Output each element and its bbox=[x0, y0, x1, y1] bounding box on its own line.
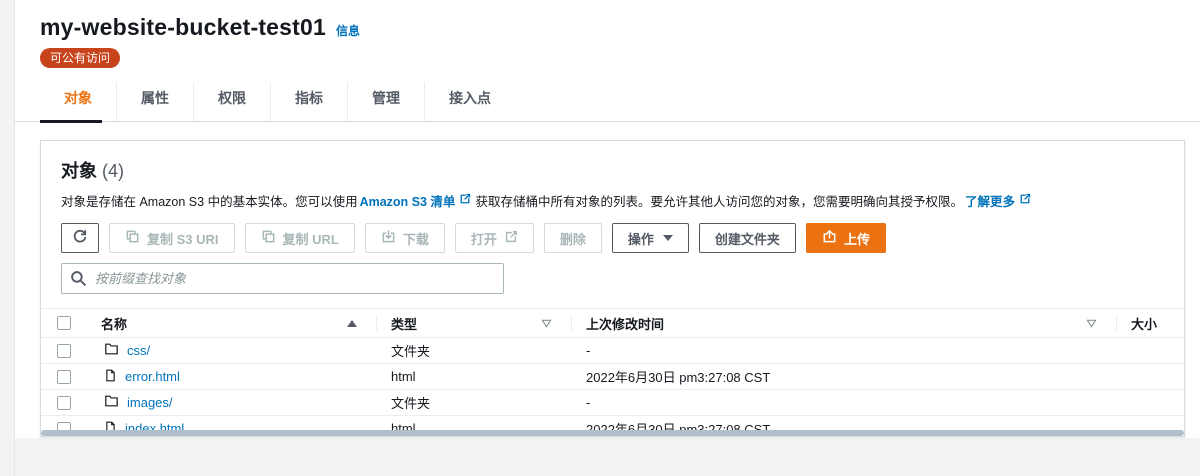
learn-more-link[interactable]: 了解更多 bbox=[965, 191, 1015, 210]
tab-objects[interactable]: 对象 bbox=[40, 82, 116, 123]
description-part1: 对象是存储在 Amazon S3 中的基本实体。您可以使用 bbox=[61, 195, 358, 209]
download-icon bbox=[381, 229, 396, 247]
row-checkbox[interactable] bbox=[56, 395, 71, 410]
search-row bbox=[61, 263, 504, 294]
row-checkbox[interactable] bbox=[56, 343, 71, 358]
page-background-footer bbox=[0, 438, 1200, 476]
object-modified: - bbox=[586, 395, 591, 410]
tab-management[interactable]: 管理 bbox=[347, 82, 424, 121]
column-size-label: 大小 bbox=[1131, 316, 1158, 332]
folder-icon bbox=[104, 394, 119, 411]
page-title: my-website-bucket-test01 bbox=[40, 14, 326, 40]
tab-properties[interactable]: 属性 bbox=[116, 82, 193, 121]
object-link[interactable]: images/ bbox=[127, 395, 173, 410]
create-folder-button[interactable]: 创建文件夹 bbox=[698, 223, 796, 253]
column-header-type[interactable]: 类型 bbox=[376, 309, 571, 337]
bucket-tabs: 对象 属性 权限 指标 管理 接入点 bbox=[15, 82, 1200, 123]
column-header-name[interactable]: 名称 bbox=[86, 309, 376, 337]
folder-icon bbox=[104, 342, 119, 359]
objects-toolbar: 复制 S3 URI 复制 URL 下载 打开 删除 操作 创建文件夹 上传 bbox=[61, 223, 1164, 253]
upload-button[interactable]: 上传 bbox=[805, 223, 886, 253]
sort-down-outline-icon bbox=[541, 316, 552, 331]
external-link-icon bbox=[459, 193, 471, 208]
table-header-row: 名称 类型 上次修改时间 大小 bbox=[41, 308, 1184, 338]
copy-icon bbox=[261, 229, 276, 247]
column-header-modified[interactable]: 上次修改时间 bbox=[571, 309, 1116, 337]
object-count: (4) bbox=[102, 161, 125, 181]
copy-s3-uri-button: 复制 S3 URI bbox=[109, 223, 235, 253]
object-type: 文件夹 bbox=[391, 396, 431, 411]
panel-description: 对象是存储在 Amazon S3 中的基本实体。您可以使用 Amazon S3 … bbox=[61, 191, 1164, 210]
actions-dropdown-button[interactable]: 操作 bbox=[611, 223, 689, 253]
table-row: css/ 文件夹 - bbox=[41, 338, 1184, 364]
refresh-button[interactable] bbox=[61, 223, 99, 253]
open-external-icon bbox=[504, 230, 518, 247]
open-button: 打开 bbox=[454, 223, 534, 253]
s3-bucket-page: my-website-bucket-test01 信息 可公有访问 对象 属性 … bbox=[15, 0, 1200, 437]
file-icon bbox=[104, 368, 117, 386]
panel-title-text: 对象 bbox=[61, 161, 97, 181]
sort-down-outline-icon bbox=[1086, 316, 1097, 331]
copy-icon bbox=[125, 229, 140, 247]
inventory-link[interactable]: Amazon S3 清单 bbox=[360, 191, 456, 210]
column-type-label: 类型 bbox=[391, 316, 418, 332]
download-button: 下载 bbox=[364, 223, 445, 253]
tab-permissions[interactable]: 权限 bbox=[193, 82, 270, 121]
create-folder-label: 创建文件夹 bbox=[714, 231, 780, 247]
copy-url-label: 复制 URL bbox=[282, 231, 339, 247]
select-all-checkbox[interactable] bbox=[56, 316, 71, 330]
column-modified-label: 上次修改时间 bbox=[586, 316, 665, 332]
search-icon bbox=[70, 270, 87, 292]
copy-s3-uri-label: 复制 S3 URI bbox=[147, 231, 219, 247]
sort-ascending-icon bbox=[347, 319, 357, 327]
copy-url-button: 复制 URL bbox=[244, 223, 355, 253]
column-header-size[interactable]: 大小 bbox=[1116, 309, 1184, 337]
objects-panel: 对象 (4) 对象是存储在 Amazon S3 中的基本实体。您可以使用 Ama… bbox=[40, 140, 1185, 437]
tab-metrics[interactable]: 指标 bbox=[270, 82, 347, 121]
left-gutter bbox=[0, 0, 15, 476]
public-access-badge: 可公有访问 bbox=[40, 48, 121, 68]
object-modified: 2022年6月30日 pm3:27:08 CST bbox=[586, 370, 771, 385]
info-link[interactable]: 信息 bbox=[336, 22, 360, 39]
tab-access-points[interactable]: 接入点 bbox=[424, 82, 515, 121]
search-input[interactable] bbox=[61, 263, 504, 294]
upload-icon bbox=[822, 229, 837, 247]
description-part2: 获取存储桶中所有对象的列表。要允许其他人访问您的对象，您需要明确向其授予权限。 bbox=[475, 195, 963, 209]
column-name-label: 名称 bbox=[101, 316, 128, 332]
open-label: 打开 bbox=[470, 231, 497, 247]
row-checkbox[interactable] bbox=[56, 369, 71, 384]
object-type: html bbox=[391, 369, 416, 384]
object-link[interactable]: error.html bbox=[125, 369, 180, 384]
horizontal-scrollbar[interactable] bbox=[41, 430, 1184, 436]
refresh-icon bbox=[72, 229, 88, 248]
objects-table: 名称 类型 上次修改时间 大小 css/ 文件夹 - error.html ht… bbox=[41, 308, 1184, 436]
object-link[interactable]: css/ bbox=[127, 343, 150, 358]
delete-button: 删除 bbox=[543, 223, 602, 253]
chevron-down-icon bbox=[662, 235, 673, 241]
table-row: error.html html 2022年6月30日 pm3:27:08 CST bbox=[41, 364, 1184, 390]
download-label: 下载 bbox=[402, 231, 429, 247]
upload-label: 上传 bbox=[843, 231, 870, 247]
object-modified: - bbox=[586, 343, 591, 358]
panel-title: 对象 (4) bbox=[61, 157, 1164, 183]
actions-label: 操作 bbox=[627, 231, 654, 247]
table-body: css/ 文件夹 - error.html html 2022年6月30日 pm… bbox=[41, 338, 1184, 436]
table-row: images/ 文件夹 - bbox=[41, 390, 1184, 416]
delete-label: 删除 bbox=[559, 231, 586, 247]
external-link-icon bbox=[1019, 193, 1031, 208]
object-type: 文件夹 bbox=[391, 344, 431, 359]
bucket-header: my-website-bucket-test01 信息 可公有访问 bbox=[15, 0, 1200, 68]
